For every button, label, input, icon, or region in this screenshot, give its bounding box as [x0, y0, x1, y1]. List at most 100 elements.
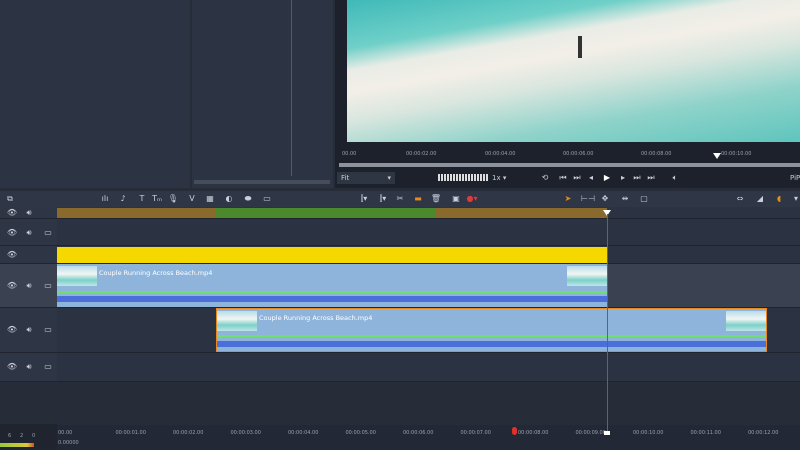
marker-icon[interactable]: ●▾ [466, 194, 478, 204]
timeline-toolbar: ⧉ ılı ♪ T Tₘ 🎙︎ V ▦ ◐ ⬬ ▭ ⫿▾ ⫿▾ ✂ ▬ 🗑︎ ▣… [0, 191, 800, 207]
subtitle-icon[interactable]: ▭ [261, 194, 273, 204]
link-icon[interactable]: ⬬ [242, 194, 254, 204]
split-left-icon[interactable]: ⫿▾ [358, 194, 370, 204]
title-editor-icon[interactable]: Tₘ [151, 194, 163, 204]
title-clip[interactable] [57, 247, 607, 263]
clean-audio-icon[interactable]: ♪ [117, 194, 129, 204]
transition-icon[interactable]: V [186, 194, 198, 204]
meter-bar [0, 443, 34, 447]
playhead-line[interactable] [607, 214, 608, 432]
speaker-icon[interactable]: 🔊︎ [23, 208, 35, 218]
volume-icon[interactable]: 🔈︎ [669, 173, 681, 183]
range-brown [435, 208, 607, 218]
playhead-ruler-handle[interactable] [604, 431, 610, 435]
audio-waveform [217, 341, 766, 347]
more-icon[interactable]: ▾ [790, 194, 800, 204]
shuttle-control[interactable] [438, 174, 488, 181]
eye-icon[interactable]: 👁︎ [6, 228, 18, 238]
go-start-icon[interactable]: ⏮ [557, 173, 569, 183]
speed-dropdown[interactable]: 1x ▾ [490, 172, 522, 184]
scrub-bar[interactable] [339, 163, 800, 167]
ruler-tick: 00:00:09.00 [575, 430, 606, 436]
eye-icon[interactable]: 👁︎ [6, 208, 18, 218]
color-icon[interactable]: ◐ [223, 194, 235, 204]
fit-dropdown[interactable]: Fit ▾ [337, 172, 395, 184]
title-icon[interactable]: T [136, 194, 148, 204]
clip-thumbnail [217, 311, 257, 331]
ruler-tick: 00:00:04.00 [485, 151, 516, 157]
ruler-tick: 00:00:01.00 [115, 430, 146, 436]
speaker-icon[interactable]: 🔊︎ [23, 281, 35, 291]
ruler-tick: 00:00:05.00 [345, 430, 376, 436]
prev-icon[interactable]: ⏭︎ [571, 173, 583, 183]
snap-icon[interactable]: ◖ [773, 194, 785, 204]
clip-icon[interactable]: ▬ [412, 194, 424, 204]
preview-ruler[interactable]: 00.00 00:00:02.00 00:00:04.00 00:00:06.0… [335, 147, 800, 161]
audio-mixer-icon[interactable]: ılı [99, 194, 111, 204]
ruler-tick: 00:00:02.00 [406, 151, 437, 157]
eye-icon[interactable]: 👁︎ [6, 362, 18, 372]
split-right-icon[interactable]: ⫿▾ [377, 194, 389, 204]
ruler-tick: 00:00:10.00 [721, 151, 752, 157]
speaker-icon[interactable]: 🔊︎ [23, 228, 35, 238]
fullscreen-icon[interactable]: ▢ [638, 194, 650, 204]
grid-icon[interactable]: ▦ [204, 194, 216, 204]
speaker-icon[interactable]: 🔊︎ [23, 362, 35, 372]
play-icon[interactable]: ▶ [601, 173, 613, 183]
next-icon[interactable]: ⏭ [631, 173, 643, 183]
person-figure [578, 36, 582, 58]
snapshot-icon[interactable]: ▣ [450, 194, 462, 204]
roll-icon[interactable]: ✥ [599, 194, 611, 204]
eye-icon[interactable]: 👁︎ [6, 325, 18, 335]
step-forward-icon[interactable]: ▸ [617, 173, 629, 183]
loop-icon[interactable]: ⟲ [539, 173, 551, 183]
ruler-tick: 00:00:11.00 [690, 430, 721, 436]
select-tool-icon[interactable]: ➤ [562, 194, 574, 204]
monitor-icon[interactable]: ▭ [42, 325, 54, 335]
go-end-icon[interactable]: ⏭ [645, 173, 657, 183]
ruler-tick: 00.00 [58, 430, 73, 436]
zoom-fit-icon[interactable]: ⇔ [734, 194, 746, 204]
track-header-1: 👁︎ 🔊︎ [0, 207, 57, 219]
magnet-icon[interactable]: ◢ [754, 194, 766, 204]
title-track [57, 246, 800, 264]
meter-label: 0 [32, 433, 36, 439]
clip-thumbnail [726, 311, 766, 331]
clip-label: Couple Running Across Beach.mp4 [99, 269, 213, 277]
video-clip[interactable]: Couple Running Across Beach.mp4 [57, 264, 607, 307]
ruler-tick: 00:00:08.00 [518, 430, 549, 436]
pip-button[interactable]: PiP [790, 174, 800, 182]
ripple-icon[interactable]: ⊢⊣ [581, 194, 595, 204]
step-back-icon[interactable]: ◂ [585, 173, 597, 183]
range-brown [57, 208, 216, 218]
eye-icon[interactable]: 👁︎ [6, 281, 18, 291]
monitor-icon[interactable]: ▭ [42, 228, 54, 238]
monitor-icon[interactable]: ▭ [42, 281, 54, 291]
timeline-ruler[interactable]: 0.00000 00.00 00:00:01.00 00:00:02.00 00:00… [57, 425, 800, 450]
clip-thumbnail [57, 266, 97, 286]
panel-scrollbar[interactable] [194, 180, 330, 184]
eye-icon[interactable]: 👁︎ [6, 250, 18, 260]
speaker-icon[interactable]: 🔊︎ [23, 325, 35, 335]
video-track-2: Couple Running Across Beach.mp4 [57, 308, 800, 353]
ruler-tick: 00:00:10.00 [633, 430, 664, 436]
storyboard-icon[interactable]: ⧉ [4, 194, 16, 204]
track-header-2: 👁︎ 🔊︎ ▭ [0, 219, 57, 246]
library-panel [0, 0, 190, 188]
delete-icon[interactable]: 🗑︎ [430, 194, 442, 204]
voiceover-icon[interactable]: 🎙︎ [167, 194, 179, 204]
track-header-empty [0, 382, 57, 425]
position-readout: 0.00000 [58, 440, 79, 446]
meter-label: 2 [20, 433, 24, 439]
marker-row [57, 207, 800, 219]
video-clip-selected[interactable]: Couple Running Across Beach.mp4 [216, 308, 767, 352]
preview-playhead-marker[interactable] [713, 153, 721, 159]
razor-icon[interactable]: ✂ [394, 194, 406, 204]
slip-icon[interactable]: ⇹ [619, 194, 631, 204]
ruler-tick: 00:00:12.00 [748, 430, 779, 436]
fit-label: Fit [341, 174, 350, 182]
scrub-marker[interactable] [512, 427, 517, 435]
video-track-1: Couple Running Across Beach.mp4 [57, 264, 800, 308]
ruler-tick: 00:00:07.00 [460, 430, 491, 436]
monitor-icon[interactable]: ▭ [42, 362, 54, 372]
